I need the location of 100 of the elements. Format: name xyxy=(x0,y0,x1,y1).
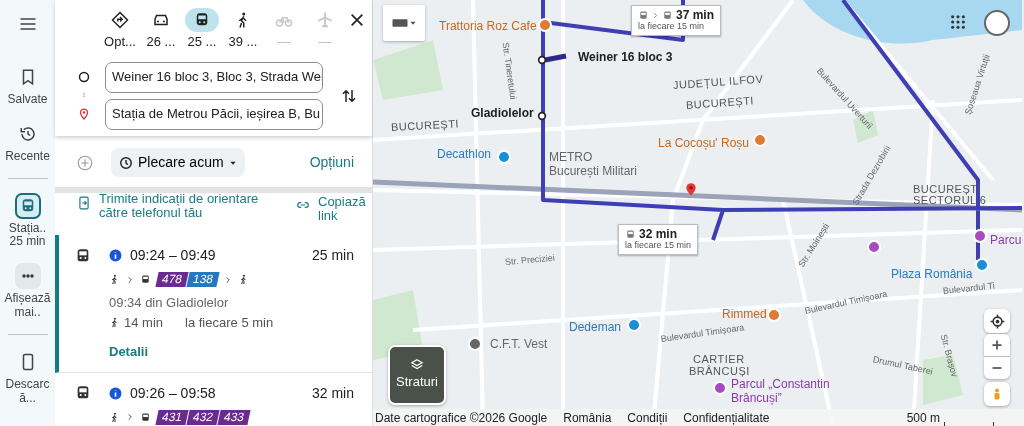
map-label: Trattoria Roz Cafe xyxy=(439,20,537,32)
route-option[interactable]: 09:26 – 09:58 32 min 431 432 433 xyxy=(55,372,372,426)
bus-icon xyxy=(140,411,151,423)
route-times: 09:26 – 09:58 xyxy=(130,383,216,403)
close-icon xyxy=(349,12,365,28)
departure-info: 09:34 din Gladiolelor xyxy=(109,294,229,312)
line-badge: 432 xyxy=(186,409,220,425)
zoom-in-button[interactable] xyxy=(984,334,1010,356)
map-label: Gladiolelor xyxy=(471,107,534,119)
rail-item[interactable]: Recente xyxy=(2,120,53,164)
chevron-icon xyxy=(652,12,659,20)
travel-mode-tab[interactable]: 26 ... xyxy=(144,8,178,52)
origin-icon xyxy=(78,70,90,83)
map-label: JUDEȚUL ILFOV xyxy=(672,73,764,91)
options-link[interactable]: Opțiuni xyxy=(309,152,354,173)
line-badge: 478 xyxy=(155,272,189,287)
map-label: București Militari xyxy=(549,165,638,177)
destination-field[interactable]: Stația de Metrou Păcii, ieșirea B, Bu xyxy=(105,98,323,130)
map-label: Bulevardul Ti xyxy=(942,281,996,296)
phone-send-icon xyxy=(77,195,91,211)
line-badge: 431 xyxy=(155,409,189,425)
route-times: 09:24 – 09:49 xyxy=(130,246,216,265)
map-label: Brâncuși” xyxy=(731,392,782,404)
route-callout: 32 min la fiecare 15 min xyxy=(618,224,699,256)
frequency-text: la fiecare 5 min xyxy=(185,313,274,332)
map-label: Bulevardul Timișoara xyxy=(660,323,745,344)
more-icon xyxy=(21,274,34,279)
line-badge: 138 xyxy=(186,272,220,287)
details-link[interactable]: Detalii xyxy=(109,342,148,362)
bus-icon xyxy=(662,10,673,22)
map-label: Parcu xyxy=(990,234,1022,246)
map-label: Bulevardul Timișoara xyxy=(804,289,889,316)
walk-time: 14 min xyxy=(124,313,164,332)
my-location-button[interactable] xyxy=(984,309,1010,333)
plane-icon xyxy=(316,11,334,29)
keyboard-button[interactable] xyxy=(383,5,425,41)
chevron-icon xyxy=(126,413,134,421)
rail-item[interactable]: Salvate xyxy=(2,64,53,107)
route-duration: 25 min xyxy=(311,246,354,265)
bus-icon xyxy=(140,274,151,285)
add-icon xyxy=(76,154,94,173)
send-to-phone-link[interactable]: Trimite indicații de orientare către telefonul tău xyxy=(99,193,269,220)
map-label: METRO xyxy=(549,151,593,163)
destination-pin-icon xyxy=(684,180,698,198)
person-icon xyxy=(991,386,1003,402)
close-button[interactable] xyxy=(349,12,365,28)
stop-marker-icon xyxy=(537,54,547,65)
rail-item[interactable]: Stația.. 25 min xyxy=(2,192,53,250)
footer-link[interactable]: Condiții xyxy=(627,408,668,426)
map-label: Decathlon xyxy=(437,148,492,160)
map-label: Parcul „Constantin xyxy=(731,378,830,390)
travel-mode-tab[interactable]: 39 ... xyxy=(226,8,260,52)
map-label: Str. Preciziei xyxy=(504,253,556,267)
location-icon xyxy=(989,313,1005,329)
route-callout: 37 min la fiecare 15 min xyxy=(631,5,721,37)
destination-pin-icon xyxy=(78,106,90,121)
bus-icon xyxy=(625,229,636,241)
map-label: BUCUREȘTI xyxy=(685,95,755,111)
walking-icon xyxy=(109,411,120,423)
layers-button[interactable]: Straturi xyxy=(388,345,446,405)
map-label: Weiner 16 bloc 3 xyxy=(578,51,673,63)
map-label: CARTIER xyxy=(693,354,745,365)
scale-bar: 500 m xyxy=(906,408,994,426)
map-label: BRÂNCUȘI xyxy=(689,366,750,377)
footer-link[interactable]: România xyxy=(563,408,612,426)
attribution-text: Date cartografice ©2026 Google xyxy=(375,409,548,426)
info-icon xyxy=(109,249,122,262)
apps-button[interactable] xyxy=(948,12,968,32)
clock-icon xyxy=(119,155,133,170)
map-label: Rimmed xyxy=(722,308,767,320)
map-label: C.F.T. Vest xyxy=(490,338,548,350)
walking-icon xyxy=(109,274,120,285)
map-label: Str. Tineretului xyxy=(500,41,518,101)
departure-time-dropdown[interactable]: Plecare acum xyxy=(111,148,245,177)
chevron-icon xyxy=(224,275,233,284)
history-icon xyxy=(18,124,37,143)
info-icon xyxy=(109,386,122,400)
rail-item[interactable]: Descarcă... xyxy=(2,348,53,406)
directions-icon xyxy=(111,11,129,29)
footer-link[interactable]: Confidențialitate xyxy=(683,408,770,426)
stop-marker-icon xyxy=(537,110,547,121)
train-icon xyxy=(75,247,91,264)
zoom-out-button[interactable] xyxy=(984,357,1010,379)
map-label: La Cocoșu' Roșu xyxy=(658,137,749,149)
rail-item[interactable]: Afișează mai.. xyxy=(2,263,53,320)
map-label: SECTORUL 6 xyxy=(913,195,987,206)
bus-icon xyxy=(638,10,649,22)
route-duration: 32 min xyxy=(311,383,354,403)
chevron-icon xyxy=(126,275,134,284)
line-badge: 433 xyxy=(217,409,251,425)
map-label: Plaza România xyxy=(891,268,973,280)
caret-icon xyxy=(409,19,417,27)
map-label: BUCUREȘTI xyxy=(390,118,460,133)
walking-icon xyxy=(109,316,120,328)
plus-icon xyxy=(991,339,1003,351)
travel-mode-tab[interactable]: Opt... xyxy=(103,8,137,52)
map-label: Drumul Taberei xyxy=(872,355,934,377)
map-label: Str. Brașov xyxy=(938,333,959,379)
apps-icon xyxy=(950,14,966,30)
map-label: Dedeman xyxy=(569,321,622,333)
